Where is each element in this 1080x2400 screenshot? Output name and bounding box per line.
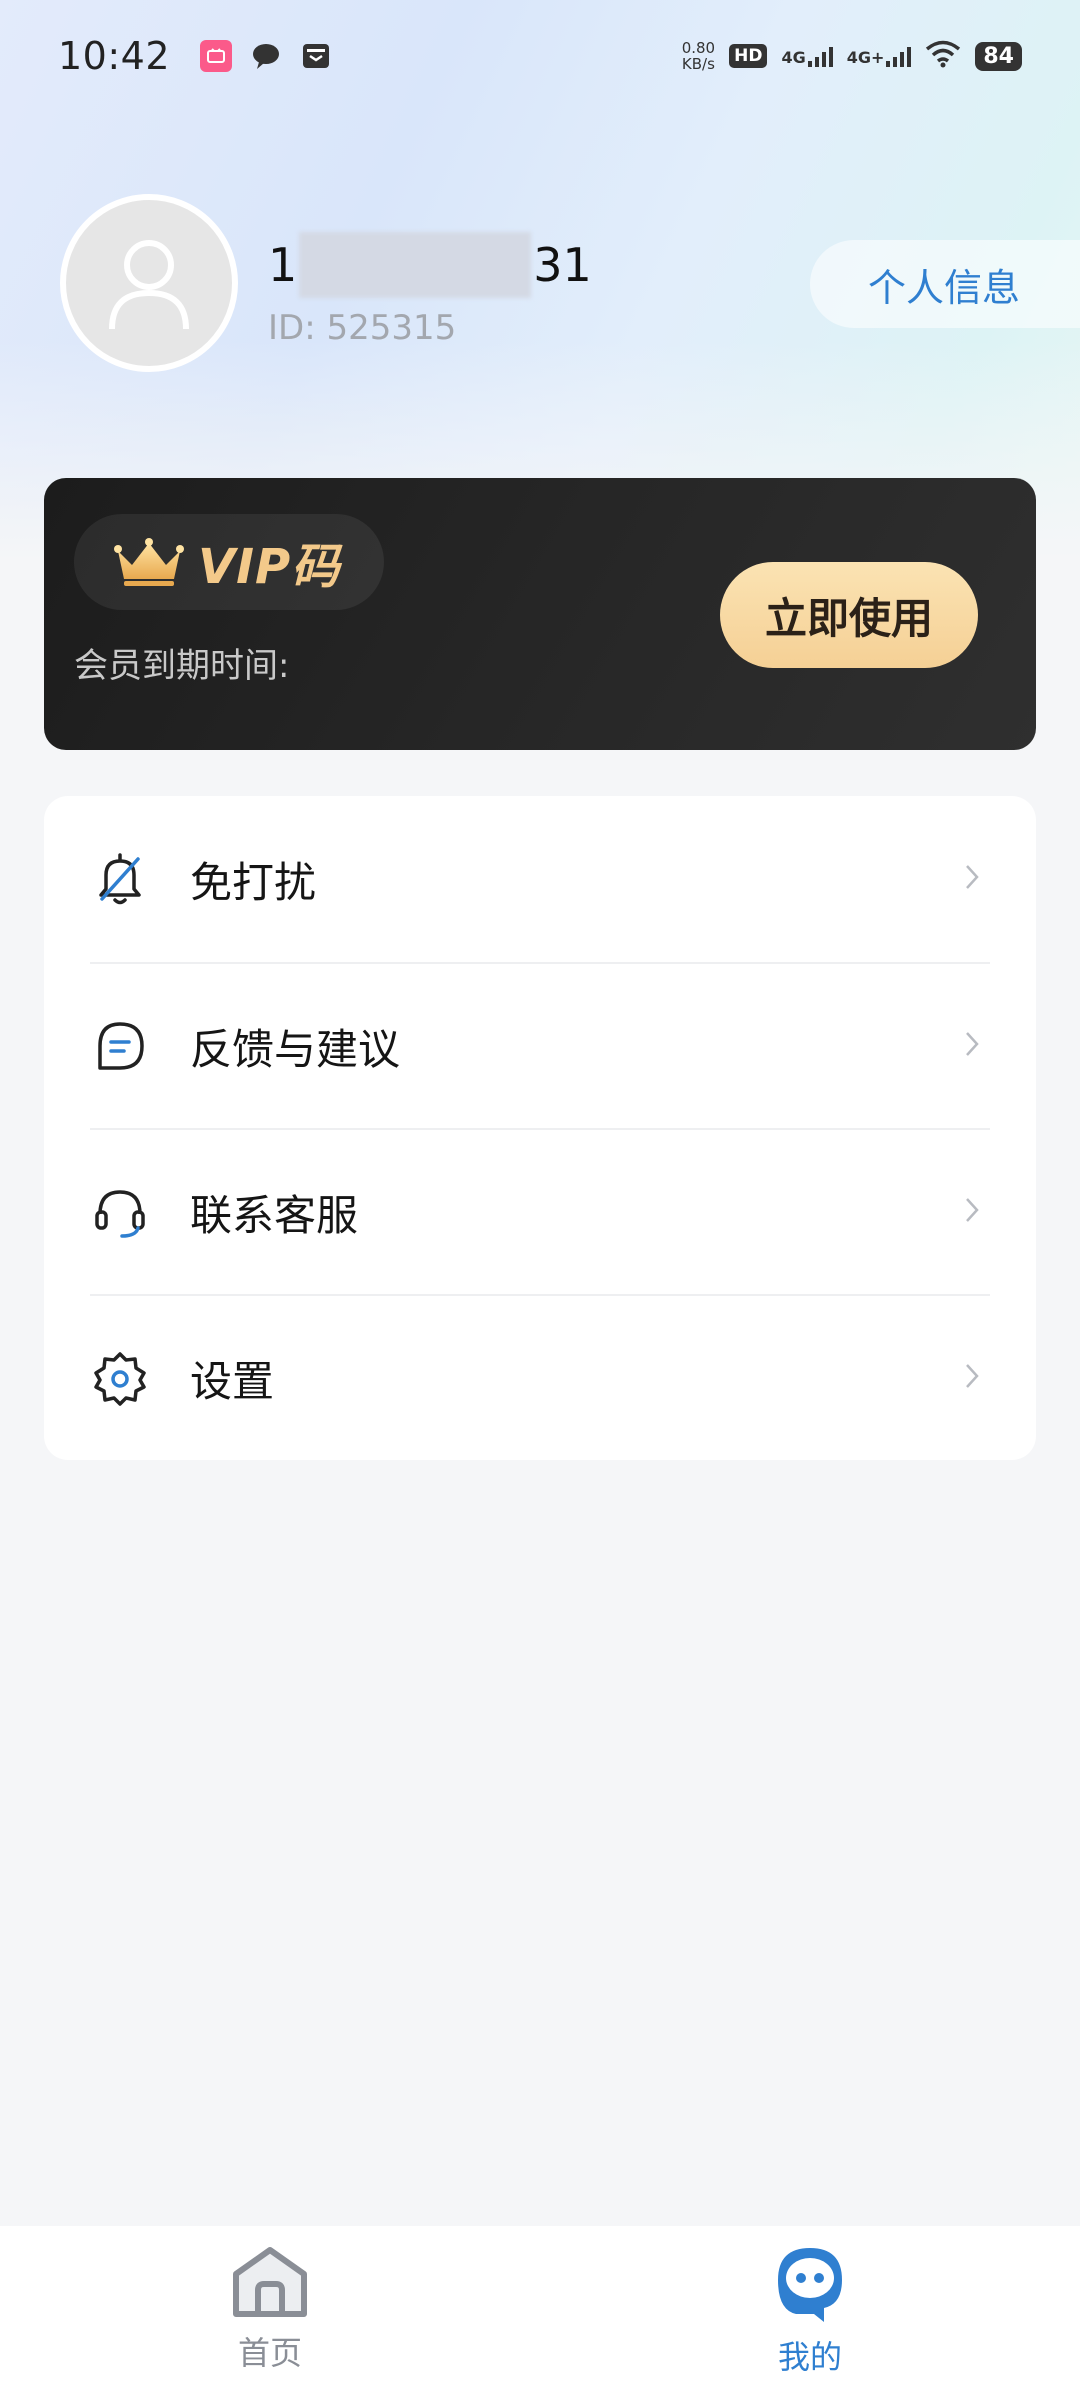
bilibili-icon xyxy=(200,40,233,72)
personal-info-button[interactable]: 个人信息 xyxy=(810,240,1080,328)
status-indicators: 0.80 KB/s HD 4G 4G+ 84 xyxy=(682,40,1022,72)
status-time: 10:42 xyxy=(58,34,171,78)
bell-off-icon xyxy=(90,849,150,909)
notification-icons xyxy=(200,40,332,72)
bottom-nav: 首页 我的 xyxy=(0,2226,1080,2400)
chevron-right-icon xyxy=(964,1196,980,1228)
status-bar: 10:42 0.80 KB/s HD 4G 4G+ 84 xyxy=(0,0,1080,112)
phone-suffix: 31 xyxy=(533,238,592,292)
chat-bubble-icon xyxy=(250,40,282,72)
menu-label-do-not-disturb: 免打扰 xyxy=(190,857,317,907)
profile-robot-icon xyxy=(778,2248,842,2322)
vip-title: VIP码 xyxy=(198,539,341,595)
phone-number: 1 31 xyxy=(268,232,592,298)
signal-4g-plus-label: 4G+ xyxy=(846,48,885,67)
chat-feedback-icon xyxy=(90,1016,150,1076)
signal-4g-label: 4G xyxy=(781,48,806,67)
menu-label-feedback: 反馈与建议 xyxy=(190,1024,401,1074)
vip-card: VIP码 会员到期时间: 立即使用 xyxy=(44,478,1036,750)
vip-badge: VIP码 xyxy=(74,514,384,610)
tab-mine-label: 我的 xyxy=(777,2338,842,2376)
use-now-button[interactable]: 立即使用 xyxy=(720,562,978,668)
home-icon xyxy=(233,2247,307,2317)
inbox-icon xyxy=(300,40,332,72)
menu-item-settings[interactable]: 设置 xyxy=(90,1294,990,1460)
menu-label-customer-service: 联系客服 xyxy=(190,1190,359,1240)
wifi-icon xyxy=(925,40,961,72)
avatar[interactable] xyxy=(60,194,238,372)
battery-icon: 84 xyxy=(975,41,1022,71)
menu-label-settings: 设置 xyxy=(190,1356,275,1406)
signal-4g-plus-icon: 4G+ xyxy=(847,45,912,67)
crown-icon xyxy=(114,538,184,586)
network-speed-unit: KB/s xyxy=(681,55,715,73)
chevron-right-icon xyxy=(964,863,980,895)
network-speed: 0.80 KB/s xyxy=(682,40,715,72)
tab-mine[interactable]: 我的 xyxy=(540,2226,1080,2400)
menu-item-feedback[interactable]: 反馈与建议 xyxy=(90,962,990,1128)
gear-icon xyxy=(90,1348,150,1408)
chevron-right-icon xyxy=(964,1030,980,1062)
user-id: ID: 525315 xyxy=(268,308,457,348)
menu-item-do-not-disturb[interactable]: 免打扰 xyxy=(90,796,990,962)
phone-prefix: 1 xyxy=(268,238,298,292)
menu-list: 免打扰 反馈与建议 联系客服 设置 xyxy=(44,796,1036,1460)
hd-badge: HD xyxy=(729,44,768,68)
membership-expiry-label: 会员到期时间: xyxy=(74,646,290,686)
phone-redaction xyxy=(299,232,532,298)
user-icon xyxy=(109,240,189,330)
headset-icon xyxy=(90,1182,150,1242)
menu-item-customer-service[interactable]: 联系客服 xyxy=(90,1128,990,1294)
signal-4g-icon: 4G xyxy=(781,45,833,67)
tab-home[interactable]: 首页 xyxy=(0,2226,540,2400)
chevron-right-icon xyxy=(964,1362,980,1394)
tab-home-label: 首页 xyxy=(237,2334,302,2372)
network-speed-value: 0.80 xyxy=(681,39,716,57)
